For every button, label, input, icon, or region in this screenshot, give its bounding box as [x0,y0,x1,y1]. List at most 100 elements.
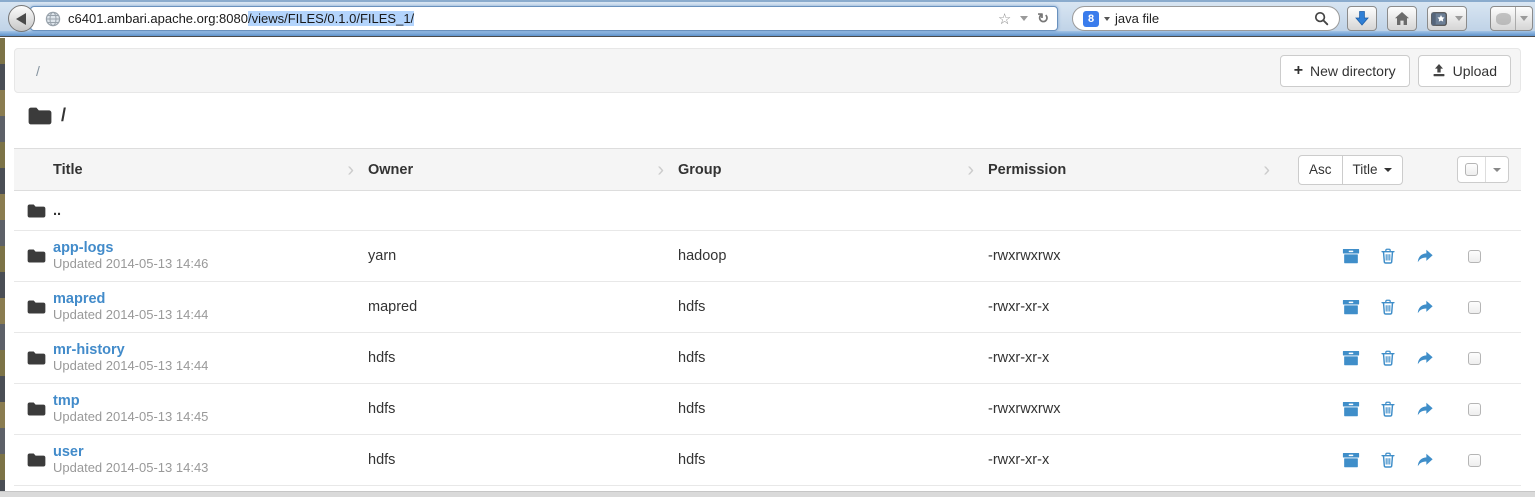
row-checkbox[interactable] [1468,454,1481,467]
reload-icon[interactable]: ↻ [1037,10,1049,27]
move-icon[interactable] [1416,451,1434,469]
updated-timestamp: Updated 2014-05-13 14:44 [53,307,208,322]
move-icon[interactable] [1416,247,1434,265]
archive-icon[interactable] [1342,298,1360,316]
file-link[interactable]: app-logs [53,240,368,256]
move-icon[interactable] [1416,349,1434,367]
owner-cell: hdfs [368,452,678,468]
download-arrow-icon [1354,10,1370,27]
file-link[interactable]: mr-history [53,342,368,358]
plus-icon: + [1294,63,1303,79]
owner-cell: hdfs [368,350,678,366]
header-permission[interactable]: Permission [988,162,1066,178]
delete-icon[interactable] [1379,451,1397,469]
upload-icon [1432,63,1446,78]
table-row: mapredUpdated 2014-05-13 14:44 mapred hd… [14,282,1521,333]
group-cell: hadoop [678,248,988,264]
url-selected-path: /views/FILES/0.1.0/FILES_1/ [248,11,414,26]
toolbar-bottom-band [0,31,1535,37]
header-group[interactable]: Group [678,162,722,178]
select-dropdown-button[interactable] [1486,157,1508,182]
permission-cell: -rwxr-xr-x [988,452,1284,468]
chevron-right-icon: › [967,160,974,180]
delete-icon[interactable] [1379,247,1397,265]
permission-cell: -rwxr-xr-x [988,350,1284,366]
row-checkbox[interactable] [1468,250,1481,263]
folder-icon [14,300,53,314]
table-row: app-logsUpdated 2014-05-13 14:46 yarn ha… [14,231,1521,282]
bookmarks-button[interactable] [1427,6,1467,31]
new-directory-button[interactable]: + New directory [1280,55,1410,87]
table-row-parent[interactable]: .. [14,191,1521,231]
chevron-down-icon [1493,168,1501,172]
row-checkbox[interactable] [1468,352,1481,365]
breadcrumb: / + New directory Upload [14,48,1521,93]
folder-icon [14,351,53,365]
search-box[interactable]: 8 java file [1072,6,1340,31]
folder-icon [28,107,52,125]
select-all-control [1457,156,1509,183]
delete-icon[interactable] [1379,349,1397,367]
parent-directory-link[interactable]: .. [53,203,368,219]
group-cell: hdfs [678,299,988,315]
url-bar[interactable]: c6401.ambari.apache.org:8080/views/FILES… [30,6,1058,31]
addons-dropdown-icon [1520,16,1528,21]
breadcrumb-path[interactable]: / [36,63,40,79]
updated-timestamp: Updated 2014-05-13 14:45 [53,409,208,424]
file-link[interactable]: user [53,444,368,460]
updated-timestamp: Updated 2014-05-13 14:46 [53,256,208,271]
addon-icon [1496,13,1511,25]
addons-button[interactable] [1490,6,1533,31]
archive-icon[interactable] [1342,451,1360,469]
current-directory-name: / [61,105,66,126]
current-directory-heading: / [28,105,66,126]
move-icon[interactable] [1416,400,1434,418]
bookmark-star-icon[interactable]: ☆ [998,10,1011,28]
search-input[interactable]: java file [1115,11,1309,26]
chevron-down-icon [1384,168,1392,172]
move-icon[interactable] [1416,298,1434,316]
table-header: Title › Owner › Group › Permission › Asc… [14,148,1521,191]
engine-dropdown-icon[interactable] [1104,17,1110,21]
sort-direction-button[interactable]: Asc [1298,155,1343,185]
owner-cell: yarn [368,248,678,264]
home-icon [1394,11,1410,26]
file-link[interactable]: tmp [53,393,368,409]
select-all-checkbox[interactable] [1458,157,1485,182]
browser-toolbar: c6401.ambari.apache.org:8080/views/FILES… [0,0,1535,31]
archive-icon[interactable] [1342,247,1360,265]
archive-icon[interactable] [1342,400,1360,418]
table-row: mr-historyUpdated 2014-05-13 14:44 hdfs … [14,333,1521,384]
upload-button[interactable]: Upload [1418,55,1511,87]
back-arrow-icon [16,13,26,25]
header-owner[interactable]: Owner [368,162,413,178]
search-icon[interactable] [1314,11,1329,26]
owner-cell: hdfs [368,401,678,417]
header-title[interactable]: Title [53,162,83,178]
group-cell: hdfs [678,452,988,468]
archive-icon[interactable] [1342,349,1360,367]
row-checkbox[interactable] [1468,403,1481,416]
background-window-edge [0,38,5,497]
group-cell: hdfs [678,350,988,366]
folder-icon [14,204,53,218]
file-link[interactable]: mapred [53,291,368,307]
home-button[interactable] [1387,6,1417,31]
google-engine-icon[interactable]: 8 [1083,11,1099,27]
row-checkbox[interactable] [1468,301,1481,314]
back-button[interactable] [8,5,35,32]
globe-icon[interactable] [45,11,61,27]
bookmarks-dropdown-icon [1455,16,1463,21]
url-text: c6401.ambari.apache.org:8080/views/FILES… [68,11,414,26]
chevron-right-icon: › [657,160,664,180]
upload-label: Upload [1453,63,1497,79]
table-row: tmpUpdated 2014-05-13 14:45 hdfs hdfs -r… [14,384,1521,435]
url-host: c6401.ambari.apache.org:8080 [68,11,248,26]
downloads-button[interactable] [1347,6,1377,31]
permission-cell: -rwxrwxrwx [988,248,1284,264]
new-directory-label: New directory [1310,63,1396,79]
sort-field-button[interactable]: Title [1342,155,1403,185]
url-dropdown-icon[interactable] [1020,16,1028,21]
delete-icon[interactable] [1379,298,1397,316]
delete-icon[interactable] [1379,400,1397,418]
